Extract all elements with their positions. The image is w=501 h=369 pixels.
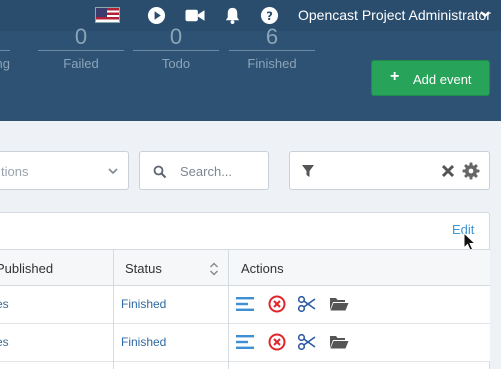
search-box bbox=[139, 151, 269, 190]
column-header-actions: Actions bbox=[241, 261, 284, 276]
details-icon[interactable] bbox=[235, 333, 255, 351]
folder-open-icon[interactable] bbox=[329, 333, 349, 351]
stat-running[interactable]: 0 ng bbox=[0, 24, 10, 76]
filter-select-value: tions bbox=[1, 164, 29, 179]
stat-value: 0 bbox=[169, 24, 183, 49]
stat-label: Failed bbox=[63, 56, 99, 71]
add-event-label: Add event bbox=[413, 72, 472, 87]
status-cell: Finished bbox=[121, 297, 167, 311]
delete-icon[interactable] bbox=[267, 333, 287, 351]
gear-icon[interactable] bbox=[462, 162, 480, 180]
scissors-icon[interactable] bbox=[297, 333, 317, 351]
status-cell: Finished bbox=[121, 335, 167, 349]
us-flag-icon[interactable] bbox=[95, 7, 120, 23]
search-icon bbox=[153, 165, 167, 179]
clear-filters-icon[interactable] bbox=[440, 163, 456, 179]
column-header-published[interactable]: Published bbox=[0, 261, 53, 276]
scissors-icon[interactable] bbox=[297, 295, 317, 313]
published-cell: es bbox=[0, 335, 9, 349]
plus-icon: + bbox=[390, 68, 400, 85]
published-cell: es bbox=[0, 297, 9, 311]
stat-todo[interactable]: 0 Todo bbox=[133, 24, 219, 76]
play-icon[interactable] bbox=[147, 6, 166, 25]
column-header-status[interactable]: Status bbox=[125, 261, 162, 276]
add-event-button[interactable]: + Add event bbox=[371, 60, 490, 96]
filter-box[interactable] bbox=[289, 151, 490, 190]
bell-icon[interactable] bbox=[223, 6, 242, 25]
stat-finished[interactable]: 6 Finished bbox=[229, 24, 315, 76]
stat-value: 0 bbox=[74, 24, 88, 49]
table-header: Published Status Actions bbox=[0, 249, 490, 286]
stat-label: ng bbox=[0, 56, 10, 71]
stat-label: Finished bbox=[247, 56, 297, 71]
delete-icon[interactable] bbox=[267, 295, 287, 313]
stat-value: 6 bbox=[265, 24, 279, 49]
details-icon[interactable] bbox=[235, 295, 255, 313]
chevron-down-icon[interactable] bbox=[478, 7, 492, 21]
help-icon[interactable]: ? bbox=[260, 6, 279, 25]
folder-open-icon[interactable] bbox=[329, 295, 349, 313]
stat-failed[interactable]: 0 Failed bbox=[38, 24, 124, 76]
video-camera-icon[interactable] bbox=[184, 6, 206, 25]
filter-funnel-icon bbox=[302, 165, 314, 177]
svg-text:?: ? bbox=[266, 9, 273, 23]
chevron-down-icon bbox=[108, 168, 118, 175]
sort-icon[interactable] bbox=[209, 262, 219, 276]
filter-select[interactable]: tions bbox=[0, 151, 129, 190]
user-menu[interactable]: Opencast Project Administrator bbox=[298, 7, 491, 23]
column-divider bbox=[113, 249, 114, 369]
search-input[interactable] bbox=[180, 161, 264, 181]
stat-label: Todo bbox=[161, 56, 191, 71]
column-divider bbox=[228, 249, 229, 369]
